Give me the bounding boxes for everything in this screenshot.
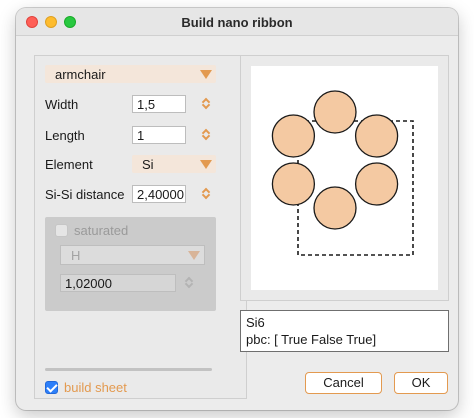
saturated-checkbox[interactable] (55, 224, 68, 237)
element-label: Element (45, 157, 93, 172)
saturation-group: saturated H 1,02000 (45, 217, 216, 311)
atom-4 (313, 186, 357, 230)
atom-1 (313, 90, 357, 134)
horizontal-scrollbar[interactable] (45, 368, 212, 371)
bond-distance-stepper[interactable] (201, 185, 214, 203)
atoms-group (271, 90, 399, 230)
ribbon-type-select[interactable]: armchair (45, 65, 216, 83)
chevron-down-icon (188, 251, 200, 260)
atom-5 (271, 162, 316, 206)
atom-3 (354, 162, 399, 206)
window-title: Build nano ribbon (181, 15, 293, 30)
saturation-distance-stepper[interactable] (184, 274, 197, 292)
width-stepper[interactable] (201, 95, 214, 113)
structure-preview-canvas (251, 66, 438, 290)
element-select[interactable]: Si (132, 155, 216, 173)
ribbon-type-value: armchair (55, 67, 106, 82)
length-field[interactable]: 1 (132, 126, 186, 144)
build-nano-ribbon-window: Build nano ribbon armchair Width 1,5 Len… (16, 8, 458, 410)
build-sheet-label: build sheet (64, 380, 127, 395)
cancel-button[interactable]: Cancel (305, 372, 382, 394)
atoms-drawing (271, 90, 414, 256)
width-label: Width (45, 97, 79, 112)
parameters-panel: armchair Width 1,5 Length 1 Element Si S… (34, 55, 247, 399)
length-stepper[interactable] (201, 126, 214, 144)
ok-button[interactable]: OK (394, 372, 448, 394)
element-value: Si (142, 157, 154, 172)
atom-6 (271, 114, 316, 158)
formula-text: Si6 (246, 315, 265, 330)
saturation-element-select[interactable]: H (60, 245, 205, 265)
structure-info-box: Si6 pbc: [ True False True] (240, 310, 449, 352)
chevron-down-icon (200, 160, 212, 169)
title-bar: Build nano ribbon (16, 8, 458, 36)
structure-preview-panel (240, 55, 449, 301)
bond-distance-label: Si-Si distance (45, 187, 125, 202)
saturation-element-value: H (71, 248, 81, 263)
width-field[interactable]: 1,5 (132, 95, 186, 113)
bond-distance-field[interactable]: 2,40000 (132, 185, 186, 203)
build-sheet-checkbox[interactable] (45, 381, 58, 394)
pbc-text: pbc: [ True False True] (246, 332, 377, 347)
saturated-label: saturated (74, 223, 129, 238)
atom-2 (354, 114, 399, 158)
saturation-distance-field[interactable]: 1,02000 (60, 274, 176, 292)
chevron-down-icon (200, 70, 212, 79)
length-label: Length (45, 128, 85, 143)
